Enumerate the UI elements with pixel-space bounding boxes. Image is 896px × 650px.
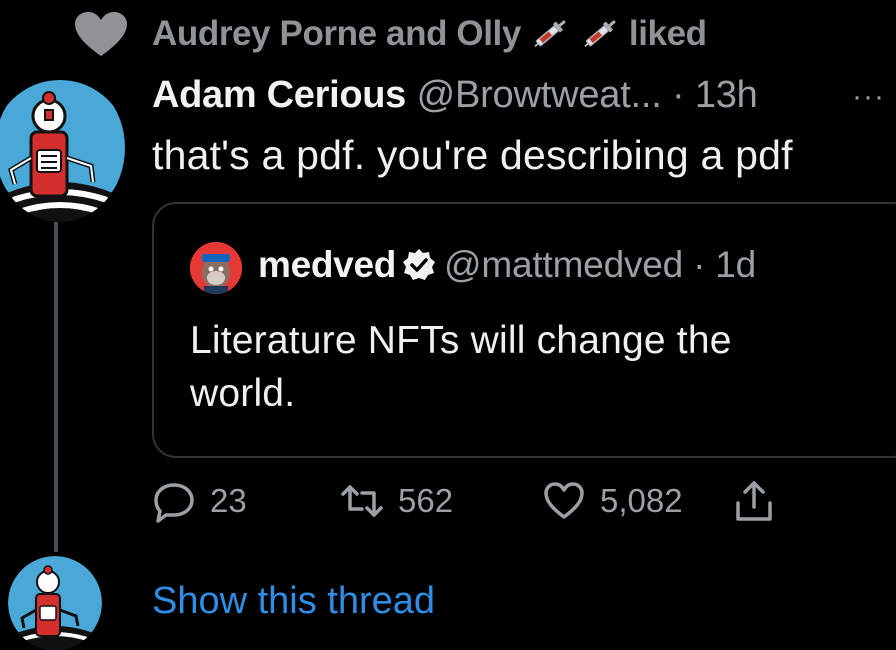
quoted-separator: · — [683, 244, 716, 285]
quoted-tweet-text: Literature NFTs will change the world. — [190, 319, 732, 415]
heart-outline-icon — [544, 482, 584, 519]
separator: · — [661, 74, 695, 116]
timestamp[interactable]: 13h — [695, 74, 758, 116]
quoted-header: medved @mattmedved · 1d — [258, 244, 756, 286]
tweet-text: that's a pdf. you're describing a pdf — [152, 132, 793, 178]
show-thread-link[interactable]: Show this thread — [152, 580, 435, 623]
like-button[interactable]: 5,082 — [542, 476, 683, 526]
quoted-handle[interactable]: @mattmedved — [444, 244, 683, 285]
quoted-timestamp[interactable]: 1d — [715, 244, 756, 285]
reply-count: 23 — [210, 482, 247, 519]
retweet-icon — [341, 485, 383, 517]
like-count: 5,082 — [600, 482, 683, 519]
liked-by-names[interactable]: Audrey Porne and Olly — [152, 14, 521, 53]
quoted-display-name[interactable]: medved — [258, 244, 396, 285]
tweet-header: Adam Cerious @Browtweat... · 13h — [152, 74, 758, 117]
quoted-avatar — [190, 242, 242, 294]
display-name[interactable]: Adam Cerious — [152, 74, 406, 116]
more-options-icon[interactable]: ··· — [852, 80, 885, 114]
liked-label: liked — [628, 14, 707, 53]
tweet-actions: 23 562 5,082 — [152, 476, 852, 526]
robot-avatar-image — [8, 556, 102, 650]
ape-avatar-image — [190, 242, 242, 294]
thread-avatar[interactable] — [8, 556, 102, 650]
retweet-count: 562 — [398, 482, 454, 519]
retweet-button[interactable]: 562 — [340, 476, 453, 526]
handle[interactable]: @Browtweat... — [417, 74, 662, 116]
reply-button[interactable]: 23 — [152, 476, 247, 526]
social-context: Audrey Porne and Olly liked — [0, 10, 896, 58]
syringe-icon — [534, 20, 567, 47]
heart-icon — [75, 12, 127, 56]
social-context-text[interactable]: Audrey Porne and Olly liked — [152, 14, 707, 54]
thread-line — [54, 222, 58, 552]
share-icon — [736, 481, 772, 521]
robot-avatar-image — [0, 80, 125, 222]
avatar[interactable] — [0, 74, 125, 222]
quoted-tweet-card[interactable]: medved @mattmedved · 1d Literature NFTs … — [152, 202, 896, 458]
share-button[interactable] — [732, 476, 790, 526]
syringe-icon — [584, 20, 616, 47]
reply-icon — [154, 483, 194, 523]
verified-badge-icon — [403, 249, 436, 280]
